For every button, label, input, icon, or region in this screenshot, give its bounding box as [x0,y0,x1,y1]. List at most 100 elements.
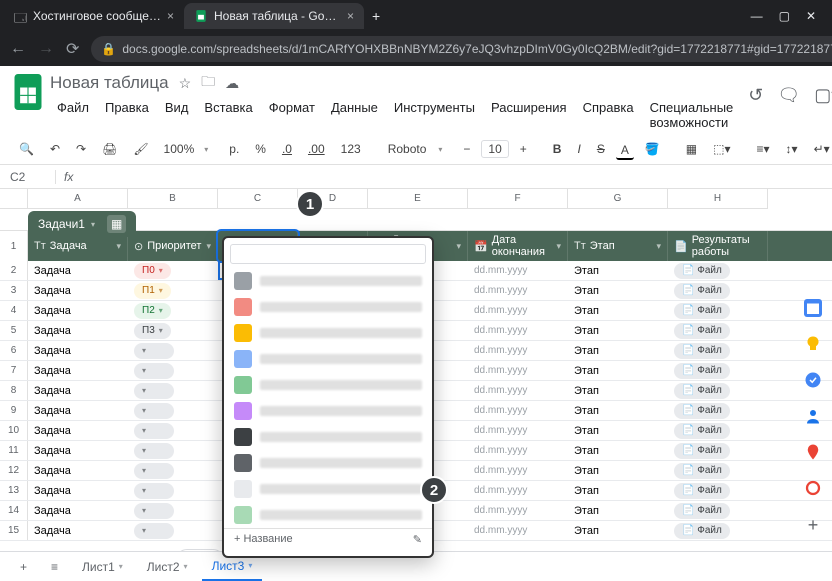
menu-item[interactable]: Справка [576,96,641,134]
priority-chip[interactable]: ▾ [134,503,174,519]
bold-button[interactable]: B [548,138,567,160]
priority-chip[interactable]: П0 ▾ [134,263,171,279]
menu-item[interactable]: Вставка [197,96,259,134]
browser-tab-active[interactable]: Новая таблица - Google Табл… × [184,3,364,29]
cell-results[interactable]: 📄 Файл [668,401,768,420]
person-option[interactable] [224,294,432,320]
reload-icon[interactable]: ⟳ [64,37,81,61]
close-window-icon[interactable]: ✕ [806,9,816,23]
file-chip[interactable]: 📄 Файл [674,323,730,339]
menu-item[interactable]: Данные [324,96,385,134]
add-name-button[interactable]: + Название [234,533,293,546]
cell-task[interactable]: Задача [28,401,128,420]
cell-stage[interactable]: Этап [568,321,668,340]
star-icon[interactable]: ☆ [179,75,192,92]
menu-item[interactable]: Файл [50,96,96,134]
meet-icon[interactable]: ▢▾ [814,85,832,106]
cell-end-date[interactable]: dd.mm.yyyy [468,381,568,400]
cell-end-date[interactable]: dd.mm.yyyy [468,421,568,440]
row-header[interactable]: 11 [0,441,28,460]
undo-icon[interactable]: ↶ [45,138,65,160]
sheets-logo-icon[interactable] [14,74,42,110]
row-header[interactable]: 10 [0,421,28,440]
cell-task[interactable]: Задача [28,281,128,300]
priority-chip[interactable]: ▾ [134,483,174,499]
back-icon[interactable]: ← [8,38,28,60]
file-chip[interactable]: 📄 Файл [674,343,730,359]
close-icon[interactable]: × [167,9,174,23]
cell-end-date[interactable]: dd.mm.yyyy [468,361,568,380]
file-chip[interactable]: 📄 Файл [674,403,730,419]
file-chip[interactable]: 📄 Файл [674,283,730,299]
cell-end-date[interactable]: dd.mm.yyyy [468,261,568,280]
row-header[interactable]: 15 [0,521,28,540]
cell-priority[interactable]: ▾ [128,421,218,440]
redo-icon[interactable]: ↷ [71,138,91,160]
cell-results[interactable]: 📄 Файл [668,341,768,360]
cell-priority[interactable]: П0 ▾ [128,261,218,280]
row-header[interactable]: 4 [0,301,28,320]
chevron-down-icon[interactable]: ▾ [556,241,561,252]
cell-results[interactable]: 📄 Файл [668,421,768,440]
cell-stage[interactable]: Этап [568,281,668,300]
sheet-tab[interactable]: Лист1 ▾ [72,554,133,580]
cell-stage[interactable]: Этап [568,361,668,380]
cell-stage[interactable]: Этап [568,521,668,540]
maximize-icon[interactable]: ▢ [779,9,790,23]
row-header[interactable]: 2 [0,261,28,280]
chevron-down-icon[interactable]: ▾ [206,241,211,252]
cell-end-date[interactable]: dd.mm.yyyy [468,281,568,300]
row-header[interactable]: 6 [0,341,28,360]
priority-chip[interactable]: ▾ [134,363,174,379]
chevron-down-icon[interactable]: ▾ [456,241,461,252]
cell-priority[interactable]: ▾ [128,441,218,460]
cell-end-date[interactable]: dd.mm.yyyy [468,461,568,480]
cell-priority[interactable]: ▾ [128,461,218,480]
column-header[interactable]: A [28,189,128,209]
cell-priority[interactable]: П2 ▾ [128,301,218,320]
close-icon[interactable]: × [347,9,354,23]
file-chip[interactable]: 📄 Файл [674,463,730,479]
person-option[interactable] [224,450,432,476]
cell-end-date[interactable]: dd.mm.yyyy [468,341,568,360]
text-color-button[interactable]: A [616,139,634,160]
cell-priority[interactable]: ▾ [128,381,218,400]
cell-results[interactable]: 📄 Файл [668,361,768,380]
cell-priority[interactable]: ▾ [128,401,218,420]
table-name-pill[interactable]: Задачи1▾ ▦ [28,211,136,237]
cell-task[interactable]: Задача [28,261,128,280]
person-option[interactable] [224,398,432,424]
wrap-button[interactable]: ↵▾ [809,138,832,160]
row-header[interactable]: 3 [0,281,28,300]
increase-decimal-button[interactable]: .00 [303,138,330,160]
calendar-app-icon[interactable] [804,299,822,317]
add-panel-icon[interactable]: + [808,515,819,536]
decrease-font-icon[interactable]: − [458,138,475,160]
cell-stage[interactable]: Этап [568,461,668,480]
decrease-decimal-button[interactable]: .0 [277,138,297,160]
cell-results[interactable]: 📄 Файл [668,521,768,540]
currency-button[interactable]: р. [224,138,244,160]
doc-title[interactable]: Новая таблица [50,73,169,93]
people-search-input[interactable] [230,244,426,264]
row-header[interactable]: 8 [0,381,28,400]
row-header[interactable]: 14 [0,501,28,520]
file-chip[interactable]: 📄 Файл [674,423,730,439]
cell-end-date[interactable]: dd.mm.yyyy [468,501,568,520]
cell-results[interactable]: 📄 Файл [668,501,768,520]
cell-stage[interactable]: Этап [568,261,668,280]
cell-stage[interactable]: Этап [568,401,668,420]
cell-stage[interactable]: Этап [568,441,668,460]
cell-end-date[interactable]: dd.mm.yyyy [468,481,568,500]
menu-item[interactable]: Правка [98,96,156,134]
menu-item[interactable]: Формат [262,96,322,134]
font-select[interactable]: Roboto [382,140,433,158]
th-stage[interactable]: TтЭтап▾ [568,231,668,261]
formula-input[interactable] [81,170,832,184]
forward-icon[interactable]: → [36,38,56,60]
person-option[interactable] [224,476,432,502]
edit-icon[interactable]: ✎ [413,533,422,546]
print-icon[interactable]: 🖨 [97,138,122,160]
merge-button[interactable]: ⬚▾ [708,138,735,160]
th-priority[interactable]: ⊙Приоритет▾ [128,231,218,261]
